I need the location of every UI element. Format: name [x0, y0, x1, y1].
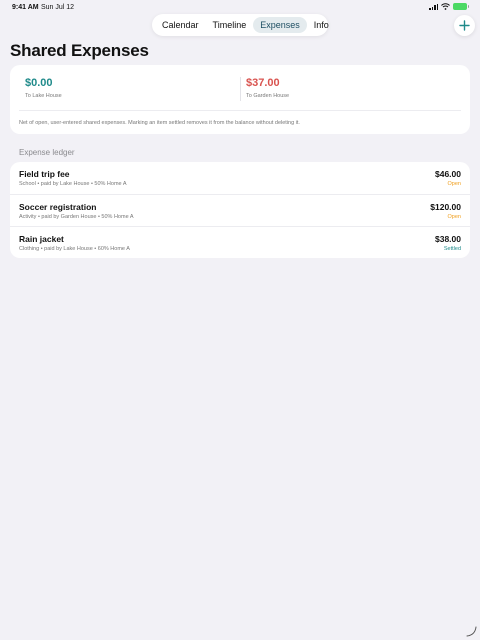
expense-title: Soccer registration	[19, 202, 97, 212]
wifi-icon	[441, 3, 450, 10]
page-title: Shared Expenses	[10, 41, 149, 60]
add-expense-button[interactable]	[454, 15, 475, 36]
divider	[19, 110, 461, 111]
status-badge: Settled	[443, 246, 461, 252]
balance-label: To Garden House	[246, 93, 290, 99]
expense-ledger-list: Field trip fee School • paid by Lake Hou…	[10, 162, 470, 258]
view-segmented-control: Calendar Timeline Expenses Info	[152, 14, 329, 36]
expense-details: Clothing • paid by Lake House • 60% Home…	[19, 246, 130, 252]
status-badge: Open	[447, 181, 461, 187]
status-time: 9:41 AM	[12, 4, 39, 11]
list-item[interactable]: Soccer registration Activity • paid by G…	[10, 194, 470, 226]
status-icons	[429, 3, 469, 10]
balance-lake-house: $0.00 To Lake House	[25, 77, 62, 99]
balance-garden-house: $37.00 To Garden House	[246, 77, 289, 99]
tab-calendar[interactable]: Calendar	[155, 17, 206, 33]
balance-note: Net of open, user-entered shared expense…	[19, 120, 300, 126]
tab-expenses[interactable]: Expenses	[253, 17, 307, 33]
expense-title: Rain jacket	[19, 234, 64, 244]
balance-label: To Lake House	[25, 93, 62, 99]
resize-handle-icon[interactable]	[464, 624, 478, 638]
balance-amount: $0.00	[25, 77, 53, 89]
cellular-signal-icon	[429, 3, 438, 10]
tab-timeline[interactable]: Timeline	[206, 17, 254, 33]
status-date: Sun Jul 12	[41, 4, 75, 11]
section-label-expense-ledger: Expense ledger	[19, 148, 75, 157]
status-badge: Open	[447, 214, 461, 220]
expense-amount: $38.00	[435, 234, 461, 244]
plus-icon	[459, 20, 470, 31]
balance-card: $0.00 To Lake House $37.00 To Garden Hou…	[10, 65, 470, 134]
expense-amount: $120.00	[430, 202, 461, 212]
list-item[interactable]: Rain jacket Clothing • paid by Lake Hous…	[10, 226, 470, 258]
expense-details: School • paid by Lake House • 50% Home A	[19, 181, 127, 187]
battery-icon	[453, 3, 469, 10]
balance-amount: $37.00	[246, 77, 280, 89]
expense-title: Field trip fee	[19, 169, 70, 179]
tab-info[interactable]: Info	[307, 17, 336, 33]
list-item[interactable]: Field trip fee School • paid by Lake Hou…	[10, 162, 470, 194]
expense-details: Activity • paid by Garden House • 50% Ho…	[19, 214, 134, 220]
expense-amount: $46.00	[435, 169, 461, 179]
balance-divider	[240, 77, 241, 101]
